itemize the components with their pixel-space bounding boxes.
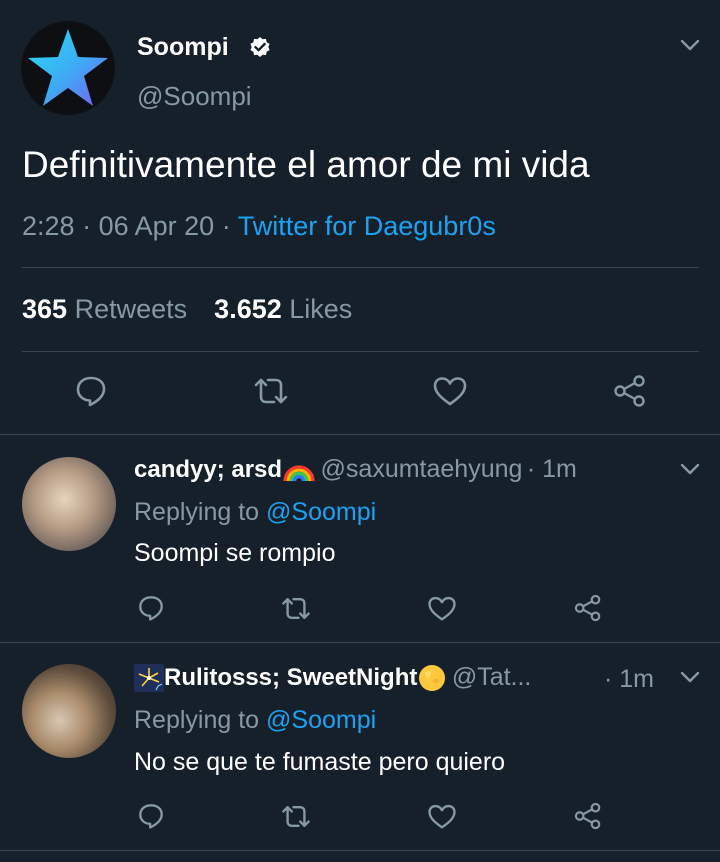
meta-separator: · <box>221 211 231 241</box>
likes-stat[interactable]: 3.652 Likes <box>214 294 352 324</box>
chevron-down-icon[interactable] <box>680 670 700 684</box>
rainbow-emoji-icon <box>282 457 316 488</box>
star-logo-icon <box>28 29 108 106</box>
avatar[interactable] <box>22 664 116 758</box>
retweet-icon[interactable] <box>280 803 312 830</box>
retweets-stat[interactable]: 365 Retweets <box>22 294 187 324</box>
tweet-time: 2:28 <box>22 211 75 241</box>
retweet-icon[interactable] <box>280 595 312 622</box>
replying-to: Replying to @Soompi <box>134 706 376 735</box>
retweets-count: 365 <box>22 294 68 324</box>
divider <box>0 434 720 435</box>
handle[interactable]: @Soompi <box>137 81 252 112</box>
like-icon[interactable] <box>427 803 457 830</box>
reply-icon[interactable] <box>137 802 165 830</box>
reply-handle[interactable]: @saxumtaehyung <box>321 455 523 483</box>
tweet-source-link[interactable]: Twitter for Daegubr0s <box>238 211 496 241</box>
fireworks-emoji-icon <box>134 664 164 697</box>
reply-header: Rulitosss; SweetNight @Tat... <box>134 663 531 698</box>
reply-display-name[interactable]: candyy; arsd <box>134 456 282 483</box>
share-icon[interactable] <box>573 593 603 623</box>
retweet-icon[interactable] <box>252 375 290 407</box>
reply-text: No se que te fumaste pero quiero <box>134 748 506 776</box>
replying-prefix: Replying to <box>134 706 260 734</box>
tweet-date: 06 Apr 20 <box>98 211 215 241</box>
reply-display-name[interactable]: Rulitosss; SweetNight <box>164 664 417 691</box>
reply-text: Soompi se rompio <box>134 539 336 567</box>
like-icon[interactable] <box>427 595 457 622</box>
chevron-down-icon[interactable] <box>680 462 700 476</box>
reply-icon[interactable] <box>74 374 108 408</box>
replying-to: Replying to @Soompi <box>134 498 376 527</box>
divider <box>0 642 720 643</box>
display-name[interactable]: Soompi <box>137 33 229 62</box>
replying-prefix: Replying to <box>134 498 260 526</box>
reply-time: · 1m <box>526 455 577 483</box>
tweet-stats: 365 Retweets 3.652 Likes <box>22 294 352 325</box>
reply-time: · 1m <box>604 665 654 693</box>
divider <box>0 850 720 851</box>
tweet-meta: 2:28 · 06 Apr 20 · Twitter for Daegubr0s <box>22 211 496 242</box>
like-icon[interactable] <box>432 375 468 407</box>
reply-icon[interactable] <box>137 594 165 622</box>
likes-label: Likes <box>289 294 353 324</box>
meta-separator: · <box>82 211 92 241</box>
chevron-down-icon[interactable] <box>680 38 700 52</box>
likes-count: 3.652 <box>214 294 282 324</box>
divider <box>22 351 699 352</box>
replying-to-link[interactable]: @Soompi <box>266 498 376 526</box>
replying-to-link[interactable]: @Soompi <box>266 706 376 734</box>
divider <box>22 267 699 268</box>
reply-header: candyy; arsd @saxumtaehyung · 1m <box>134 455 577 488</box>
avatar[interactable] <box>22 457 116 551</box>
share-icon[interactable] <box>573 801 603 831</box>
verified-icon <box>249 36 271 58</box>
retweets-label: Retweets <box>74 294 188 324</box>
soompi-avatar[interactable] <box>21 21 115 115</box>
share-icon[interactable] <box>612 373 648 409</box>
full-moon-emoji-icon <box>417 663 447 698</box>
tweet-text: Definitivamente el amor de mi vida <box>22 144 590 185</box>
reply-handle[interactable]: @Tat... <box>452 663 532 691</box>
